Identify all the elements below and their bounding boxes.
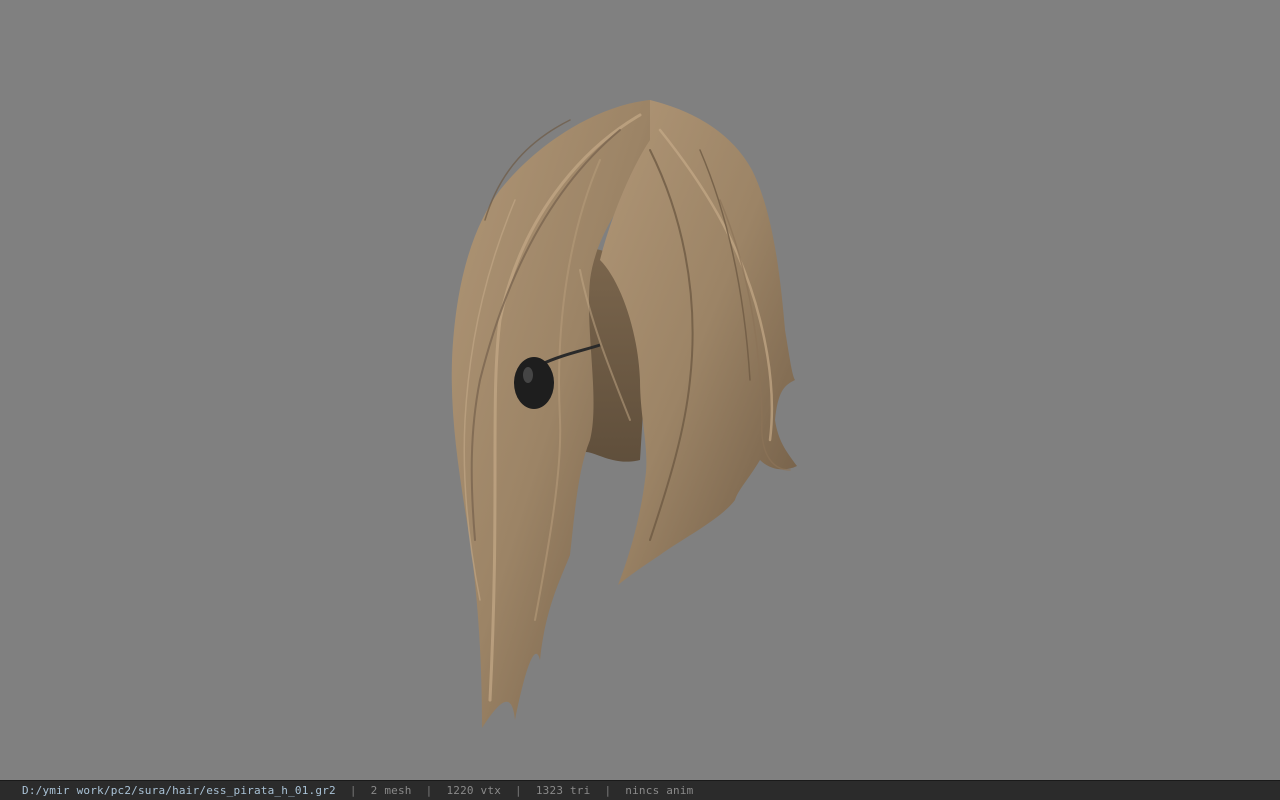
triangle-count: 1323 tri (535, 784, 591, 797)
separator: | (425, 784, 433, 797)
3d-viewport[interactable] (0, 0, 1280, 780)
animation-info: nincs anim (625, 784, 694, 797)
separator: | (349, 784, 357, 797)
status-bar: D:/ymir work/pc2/sura/hair/ess_pirata_h_… (0, 780, 1280, 800)
separator: | (515, 784, 522, 797)
hair-model[interactable] (0, 0, 1280, 780)
file-path: D:/ymir work/pc2/sura/hair/ess_pirata_h_… (22, 784, 336, 797)
separator: | (604, 784, 612, 797)
mesh-count: 2 mesh (370, 784, 412, 797)
vertex-count: 1220 vtx (446, 784, 502, 797)
